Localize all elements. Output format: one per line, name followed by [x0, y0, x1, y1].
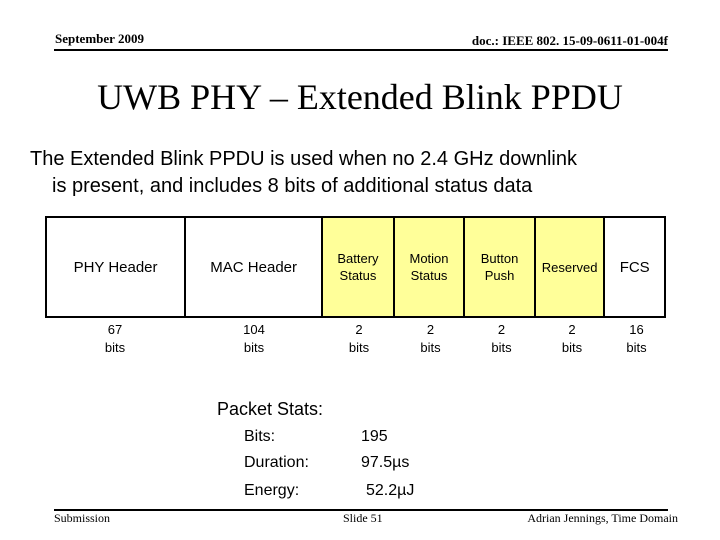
slide-title: UWB PHY – Extended Blink PPDU — [97, 77, 623, 117]
footer-author: Adrian Jennings, Time Domain — [527, 511, 678, 525]
bits-unit: bits — [243, 340, 265, 355]
stat-bits-label: Bits: — [244, 428, 276, 445]
stat-duration-label: Duration: — [244, 454, 309, 471]
bits-value: 67 — [107, 322, 123, 337]
field-motion-status-label: Motion Status — [409, 251, 449, 283]
bits-fcs: 16 bits — [607, 321, 666, 357]
slide-subtitle: The Extended Blink PPDU is used when no … — [30, 146, 577, 200]
packet-stats-title: Packet Stats: — [217, 399, 324, 419]
bits-reserved: 2 bits — [537, 321, 607, 357]
bits-value: 16 — [629, 322, 644, 337]
field-battery-status-label: Battery Status — [337, 251, 379, 283]
bits-value: 2 — [426, 322, 435, 337]
subtitle-line-2: is present, and includes 8 bits of addit… — [52, 175, 533, 197]
stat-bits-value: 195 — [361, 428, 388, 445]
field-button-push-label: Button Push — [480, 251, 519, 283]
field-phy-header: PHY Header — [47, 218, 187, 316]
header-date: September 2009 — [55, 31, 144, 46]
bits-value: 2 — [355, 322, 363, 337]
field-battery-status: Battery Status — [323, 218, 395, 316]
packet-diagram: PHY Header MAC Header Battery Status Mot… — [45, 216, 666, 318]
stat-energy-label: Energy: — [244, 482, 300, 499]
bits-unit: bits — [491, 340, 512, 355]
field-reserved: Reserved — [535, 218, 606, 316]
bits-phy-header: 67 bits — [45, 321, 185, 357]
bits-mac-header: 104 bits — [185, 321, 323, 357]
header-doc-id: doc.: IEEE 802. 15-09-0611-01-004f — [471, 33, 668, 48]
footer-slide-number: Slide 51 — [343, 511, 383, 525]
bits-unit: bits — [348, 340, 370, 355]
field-button-push: Button Push — [465, 218, 536, 316]
bits-value: 2 — [568, 322, 576, 337]
bits-unit: bits — [626, 340, 647, 355]
stat-duration-value: 97.5µs — [361, 454, 410, 471]
bits-motion-status: 2 bits — [395, 321, 466, 357]
bits-value: 2 — [497, 322, 506, 337]
bits-button-push: 2 bits — [466, 321, 537, 357]
header-rule — [54, 49, 668, 51]
bits-unit: bits — [420, 340, 441, 355]
subtitle-line-1: The Extended Blink PPDU is used when no … — [30, 148, 577, 170]
field-mac-header: MAC Header — [186, 218, 324, 316]
bits-unit: bits — [561, 340, 583, 355]
footer-submission: Submission — [54, 511, 111, 525]
field-motion-status: Motion Status — [394, 218, 466, 316]
stat-energy-value: 52.2µJ — [366, 482, 415, 499]
bits-value: 104 — [243, 322, 265, 337]
bits-row: 67 bits 104 bits 2 bits 2 bits 2 bits 2 bits 1… — [45, 321, 666, 357]
bits-battery-status: 2 bits — [323, 321, 395, 357]
field-fcs: FCS — [619, 258, 650, 276]
bits-unit: bits — [104, 340, 126, 355]
